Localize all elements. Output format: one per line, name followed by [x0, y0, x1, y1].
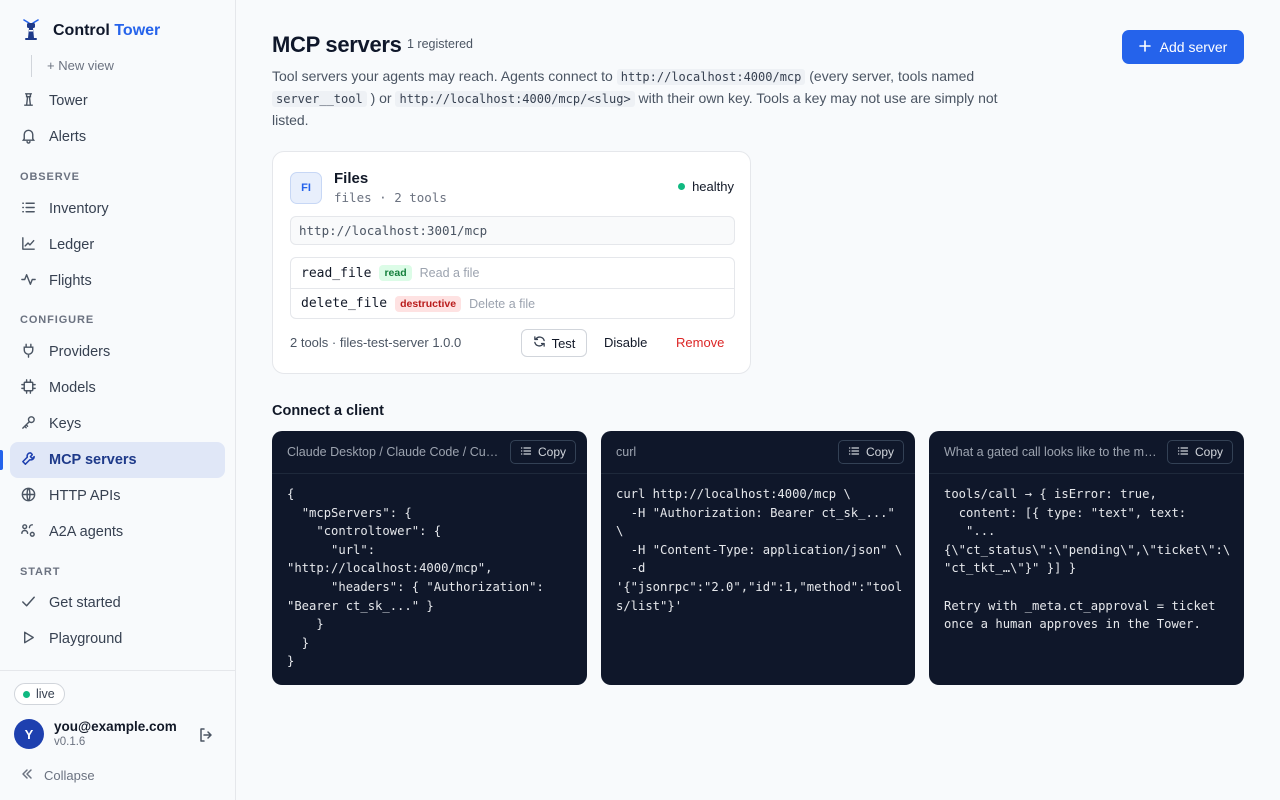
server-status: healthy [678, 179, 734, 194]
tool-name-code: server__tool [272, 91, 367, 107]
code-panel-claude: Claude Desktop / Claude Code / Cursor Co… [272, 431, 587, 685]
server-name: Files [334, 170, 369, 187]
tool-row[interactable]: delete_file destructive Delete a file [291, 288, 734, 318]
tower-icon [20, 17, 42, 44]
section-label-configure: CONFIGURE [20, 314, 95, 326]
play-icon [20, 629, 37, 650]
copy-button[interactable]: Copy [837, 440, 904, 464]
nav-item-playground[interactable]: Playground [10, 621, 225, 657]
globe-icon [20, 486, 37, 507]
remove-button[interactable]: Remove [676, 335, 724, 350]
page-description: Tool servers your agents may reach. Agen… [272, 68, 998, 128]
code-snippet: { "mcpServers": { "controltower": { "url… [287, 487, 544, 669]
logout-icon[interactable] [196, 725, 216, 745]
nav-item-mcp-servers[interactable]: MCP servers [0, 442, 225, 478]
sidebar-footer: live Y you@example.com v0.1.6 Collapse [0, 670, 235, 800]
plug-icon [20, 342, 37, 363]
tower-icon [20, 91, 37, 112]
section-label-observe: OBSERVE [20, 171, 80, 183]
nav-item-models[interactable]: Models [10, 370, 225, 406]
code-panel-label: Claude Desktop / Claude Code / Cursor [287, 445, 501, 459]
server-summary: 2 tools · files-test-server 1.0.0 [290, 335, 462, 350]
disable-button[interactable]: Disable [604, 335, 647, 350]
code-panel-header: Claude Desktop / Claude Code / Cursor Co… [272, 431, 587, 474]
tool-name: delete_file [301, 296, 388, 311]
nav-item-keys[interactable]: Keys [10, 406, 225, 442]
tool-badge: read [379, 265, 412, 281]
code-snippet: tools/call → { isError: true, content: [… [944, 487, 1231, 632]
live-dot-icon [23, 690, 30, 698]
server-url[interactable]: http://localhost:3001/mcp [290, 216, 735, 245]
avatar[interactable]: Y [14, 719, 44, 749]
brand[interactable]: Control Tower [20, 17, 160, 44]
line-chart-icon [20, 235, 37, 256]
refresh-icon [533, 335, 546, 351]
server-avatar: FI [290, 172, 322, 204]
status-dot-icon [678, 183, 686, 190]
tools-list: read_file read Read a file delete_file d… [290, 257, 735, 319]
cpu-icon [20, 378, 37, 399]
agents-icon [20, 522, 37, 543]
key-icon [20, 414, 37, 435]
nav-item-ledger[interactable]: Ledger [10, 227, 225, 263]
tool-name: read_file [301, 265, 372, 281]
list-icon [848, 445, 860, 460]
nav-item-alerts[interactable]: Alerts [10, 119, 225, 155]
code-panel-header: curl Copy [601, 431, 915, 474]
wrench-icon [20, 450, 37, 471]
nav-item-a2a-agents[interactable]: A2A agents [10, 514, 225, 550]
main-content: MCP servers 1 registered Add server Tool… [236, 0, 1280, 800]
user-email: you@example.com [54, 719, 177, 734]
tool-description: Delete a file [469, 296, 536, 311]
nav-item-flights[interactable]: Flights [10, 263, 225, 299]
server-meta: files · 2 tools [334, 190, 447, 205]
nav-item-tower[interactable]: Tower [10, 83, 225, 119]
app-version: v0.1.6 [54, 736, 86, 748]
plus-icon [1138, 39, 1151, 55]
connect-client-title: Connect a client [272, 403, 384, 419]
code-panel-gated-call: What a gated call looks like to the mode… [929, 431, 1244, 685]
new-view-link[interactable]: + New view [31, 55, 114, 77]
tool-badge: destructive [395, 295, 462, 312]
nav-item-inventory[interactable]: Inventory [10, 191, 225, 227]
slug-url-code: http://localhost:4000/mcp/<slug> [395, 91, 635, 107]
code-panel-label: What a gated call looks like to the mode… [944, 445, 1158, 459]
list-icon [20, 199, 37, 220]
list-icon [520, 445, 532, 460]
server-card: FI Files files · 2 tools healthy http://… [272, 151, 751, 374]
code-panel-header: What a gated call looks like to the mode… [929, 431, 1244, 474]
status-badge: live [14, 683, 65, 705]
check-icon [20, 593, 37, 614]
code-snippet: curl http://localhost:4000/mcp \ -H "Aut… [616, 487, 903, 613]
sidebar: Control Tower + New view Tower Alerts OB… [0, 0, 236, 800]
add-server-button[interactable]: Add server [1122, 30, 1244, 64]
code-panel-label: curl [616, 445, 637, 459]
bell-icon [20, 127, 37, 148]
code-panel-curl: curl Copy curl http://localhost:4000/mcp… [601, 431, 915, 685]
chevrons-left-icon [20, 767, 34, 784]
test-button[interactable]: Test [521, 329, 587, 357]
brand-name: Control Tower [53, 21, 161, 39]
collapse-button[interactable]: Collapse [20, 767, 95, 784]
copy-button[interactable]: Copy [1166, 440, 1233, 464]
mcp-url-code: http://localhost:4000/mcp [616, 69, 806, 85]
registered-count: 1 registered [407, 37, 474, 51]
tool-description: Read a file [419, 266, 480, 280]
nav-item-get-started[interactable]: Get started [10, 585, 225, 621]
activity-icon [20, 271, 37, 292]
section-label-start: START [20, 566, 61, 578]
copy-button[interactable]: Copy [509, 440, 576, 464]
nav-item-providers[interactable]: Providers [10, 334, 225, 370]
nav-item-http-apis[interactable]: HTTP APIs [10, 478, 225, 514]
page-title: MCP servers [272, 32, 402, 57]
tool-row[interactable]: read_file read Read a file [291, 258, 734, 288]
list-icon [1177, 445, 1189, 460]
